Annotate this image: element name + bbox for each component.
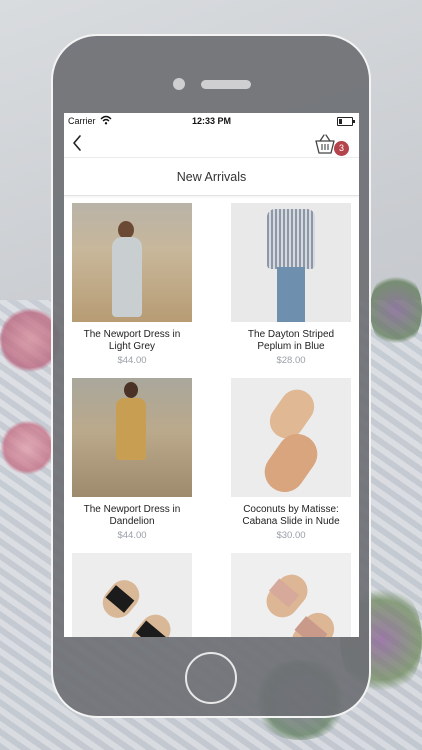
- background-flower: [0, 420, 55, 475]
- phone-camera: [173, 78, 185, 90]
- product-card[interactable]: [231, 553, 351, 637]
- home-button[interactable]: [185, 652, 237, 704]
- battery-icon: [337, 117, 355, 126]
- product-name[interactable]: The Newport Dress in Light Grey: [72, 329, 192, 353]
- product-price: $28.00: [276, 355, 306, 366]
- product-image-black-slide[interactable]: [72, 553, 192, 637]
- product-name[interactable]: The Dayton Striped Peplum in Blue: [231, 329, 351, 353]
- product-image-dandelion-dress[interactable]: [72, 378, 192, 497]
- phone-speaker: [201, 80, 251, 89]
- product-image-grey-dress[interactable]: [72, 203, 192, 322]
- product-price: $44.00: [117, 355, 147, 366]
- product-price: $44.00: [117, 530, 147, 541]
- product-name[interactable]: Coconuts by Matisse: Cabana Slide in Nud…: [231, 504, 351, 528]
- product-image-rose-gold-slide[interactable]: [231, 553, 351, 637]
- basket-icon[interactable]: [313, 133, 337, 155]
- product-image-striped-peplum[interactable]: [231, 203, 351, 322]
- page-title: New Arrivals: [64, 157, 359, 196]
- product-card[interactable]: Coconuts by Matisse: Cabana Slide in Nud…: [231, 378, 351, 541]
- product-name[interactable]: The Newport Dress in Dandelion: [72, 504, 192, 528]
- product-image-cabana-slide[interactable]: [231, 378, 351, 497]
- product-card[interactable]: [72, 553, 192, 637]
- product-price: $30.00: [276, 530, 306, 541]
- product-card[interactable]: The Dayton Striped Peplum in Blue $28.00: [231, 203, 351, 366]
- status-time: 12:33 PM: [191, 116, 232, 126]
- product-card[interactable]: The Newport Dress in Dandelion $44.00: [72, 378, 192, 541]
- nav-bar: 3: [64, 129, 359, 157]
- cart-count-badge: 3: [334, 141, 349, 156]
- app-screen: Carrier 12:33 PM 3 New Arrivals The Newp…: [64, 113, 359, 637]
- back-chevron-icon[interactable]: [70, 133, 84, 153]
- status-bar: Carrier 12:33 PM: [64, 113, 359, 129]
- background-flower: [370, 270, 422, 350]
- product-card[interactable]: The Newport Dress in Light Grey $44.00: [72, 203, 192, 366]
